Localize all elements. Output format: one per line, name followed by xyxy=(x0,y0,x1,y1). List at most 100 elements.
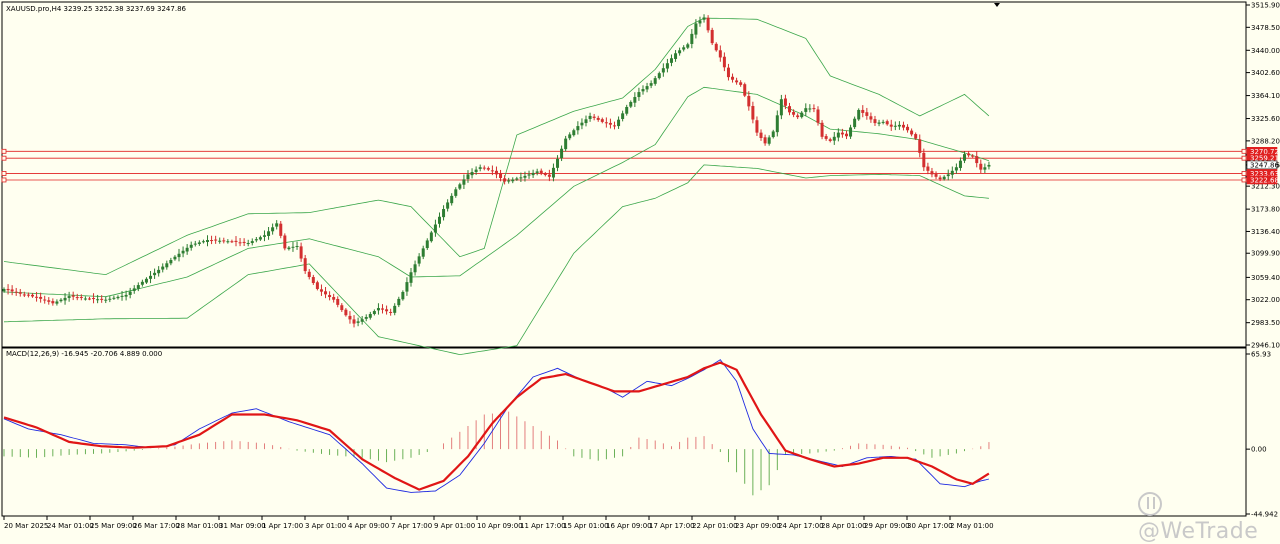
candle-body xyxy=(633,97,637,103)
candle-body xyxy=(490,170,494,172)
candle-body xyxy=(173,256,177,260)
candle-body xyxy=(604,122,608,124)
candle-body xyxy=(10,289,14,292)
price-tick-label: 2946.10 xyxy=(1251,342,1280,350)
level-handle-icon[interactable] xyxy=(1,177,7,183)
candle-body xyxy=(437,216,441,224)
candle-body xyxy=(482,167,486,169)
candle-body xyxy=(104,299,108,301)
candle-body xyxy=(930,171,934,175)
time-tick-label: 11 Apr 17:00 xyxy=(520,522,566,530)
candle-body xyxy=(153,272,157,276)
time-tick-label: 16 Apr 09:00 xyxy=(606,522,652,530)
candle-body xyxy=(234,240,238,242)
candle-body xyxy=(446,202,450,209)
candle-body xyxy=(161,266,165,270)
level-handle-icon[interactable] xyxy=(1,155,7,161)
price-tick-label: 3402.60 xyxy=(1251,69,1280,77)
candle-body xyxy=(983,167,987,170)
candle-body xyxy=(254,239,258,241)
candle-body xyxy=(328,295,332,298)
candle-body xyxy=(181,250,185,254)
candle-body xyxy=(755,120,759,133)
candle-body xyxy=(92,298,96,300)
price-tick-label: 3173.80 xyxy=(1251,206,1280,214)
candle-body xyxy=(67,296,71,298)
candle-body xyxy=(808,108,812,110)
candle-body xyxy=(743,84,747,96)
candle-body xyxy=(413,264,417,273)
level-handle-icon[interactable] xyxy=(1241,155,1247,161)
candle-body xyxy=(877,122,881,124)
time-tick-label: 17 Apr 17:00 xyxy=(649,522,695,530)
wetrade-logo-icon xyxy=(1138,492,1162,516)
candle-body xyxy=(450,195,454,204)
candle-body xyxy=(356,321,360,323)
candle-body xyxy=(641,89,645,92)
candle-body xyxy=(71,295,75,297)
candle-body xyxy=(629,102,633,107)
candle-body xyxy=(694,23,698,35)
candle-body xyxy=(987,164,991,167)
time-tick-label: 28 Mar 01:00 xyxy=(176,522,223,530)
candle-body xyxy=(767,137,771,144)
price-tick-label: 3478.50 xyxy=(1251,24,1280,32)
candle-body xyxy=(2,288,6,292)
candle-body xyxy=(30,294,34,297)
candle-body xyxy=(706,17,710,31)
candle-body xyxy=(206,240,209,242)
time-tick-label: 1 Apr 17:00 xyxy=(262,522,303,530)
candle-body xyxy=(442,209,446,218)
price-tag-label: 3247.86 xyxy=(1250,161,1279,169)
candle-body xyxy=(637,92,641,98)
candle-body xyxy=(584,119,588,124)
candle-body xyxy=(108,298,112,300)
candle-body xyxy=(47,300,51,302)
candle-body xyxy=(873,119,877,124)
candle-body xyxy=(344,309,348,316)
candle-body xyxy=(494,170,498,175)
candle-body xyxy=(519,177,523,179)
symbol-header: XAUUSD.pro,H4 3239.25 3252.38 3237.69 32… xyxy=(6,5,187,13)
candle-body xyxy=(608,122,612,125)
candle-body xyxy=(340,305,344,311)
candle-body xyxy=(250,241,254,244)
price-tick-label: 3364.10 xyxy=(1251,92,1280,100)
candle-body xyxy=(157,269,161,274)
candle-body xyxy=(307,271,311,278)
level-handle-icon[interactable] xyxy=(1,171,7,176)
candle-body xyxy=(751,106,755,120)
time-tick-label: 3 Apr 01:00 xyxy=(305,522,346,530)
candle-body xyxy=(763,137,767,144)
level-handle-icon[interactable] xyxy=(1241,171,1247,176)
candle-body xyxy=(193,243,197,245)
level-handle-icon[interactable] xyxy=(1241,148,1247,154)
candle-body xyxy=(275,223,279,227)
level-handle-icon[interactable] xyxy=(1241,177,1247,183)
candle-body xyxy=(364,317,368,319)
candle-body xyxy=(853,118,857,128)
candle-body xyxy=(914,134,918,139)
level-handle-icon[interactable] xyxy=(1,148,7,154)
candle-body xyxy=(283,235,287,249)
candle-body xyxy=(731,76,735,80)
candle-body xyxy=(295,246,299,248)
candle-body xyxy=(804,108,808,112)
time-tick-label: 20 Mar 2025 xyxy=(4,522,48,530)
candle-body xyxy=(507,180,511,182)
candle-body xyxy=(258,237,262,240)
candle-body xyxy=(405,282,409,292)
candle-body xyxy=(625,106,629,114)
time-tick-label: 23 Apr 09:00 xyxy=(735,522,781,530)
candle-body xyxy=(83,298,87,300)
trading-chart[interactable]: 3515.90 3478.50 3440.00 3402.60 3364.10 3325.… xyxy=(0,0,1280,544)
candle-body xyxy=(381,308,385,310)
candle-body xyxy=(100,298,104,300)
candle-body xyxy=(942,176,946,180)
candle-body xyxy=(918,139,922,153)
candle-body xyxy=(832,136,836,141)
candle-body xyxy=(885,121,889,125)
candle-body xyxy=(59,299,63,302)
candle-body xyxy=(812,108,816,110)
candle-body xyxy=(246,243,250,245)
